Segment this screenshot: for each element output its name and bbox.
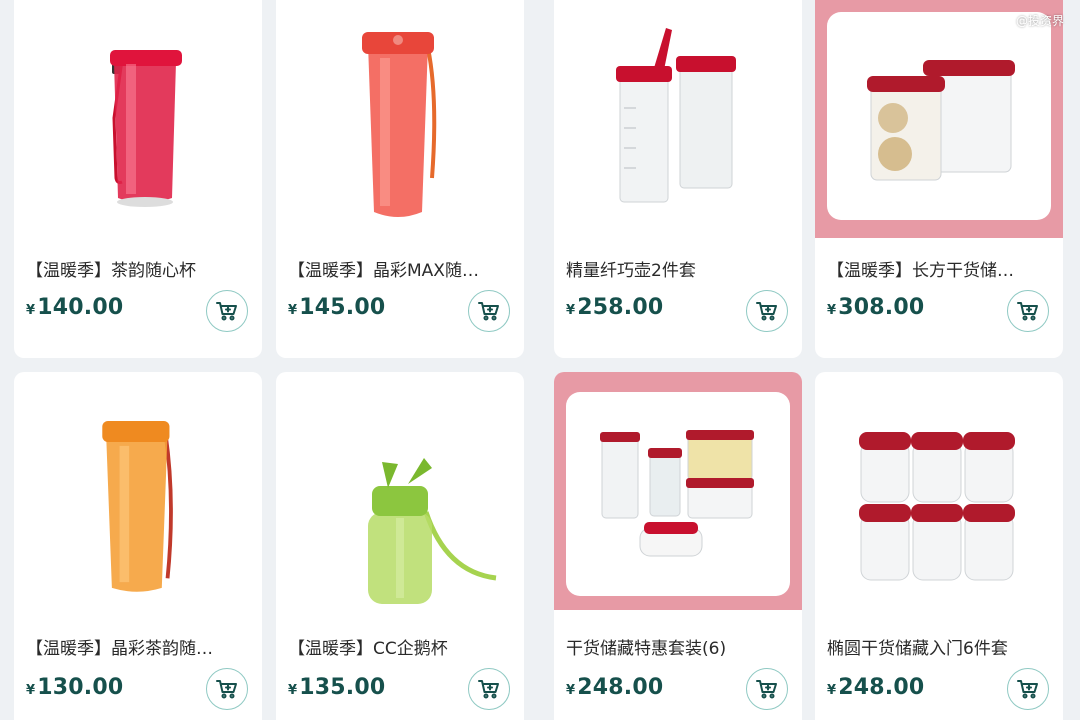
cart-icon <box>756 302 777 321</box>
product-price: ¥248.00 <box>566 675 664 700</box>
product-image[interactable] <box>14 372 262 610</box>
product-card[interactable]: 椭圆干货储藏入门6件套 ¥248.00 <box>815 372 1063 720</box>
product-image[interactable] <box>14 0 262 238</box>
add-to-cart-button[interactable] <box>468 290 510 332</box>
product-title[interactable]: 【温暖季】茶韵随心杯 <box>26 256 250 281</box>
product-title[interactable]: 干货储藏特惠套装(6) <box>566 634 790 659</box>
product-image[interactable] <box>815 0 1063 238</box>
add-to-cart-button[interactable] <box>746 668 788 710</box>
product-card[interactable]: 【温暖季】CC企鹅杯 ¥135.00 <box>276 372 524 720</box>
product-title[interactable]: 【温暖季】长方干货储… <box>827 256 1051 281</box>
product-price: ¥248.00 <box>827 675 925 700</box>
product-card[interactable]: 干货储藏特惠套装(6) ¥248.00 <box>554 372 802 720</box>
add-to-cart-button[interactable] <box>468 668 510 710</box>
cart-icon <box>1017 680 1038 699</box>
product-image[interactable] <box>554 372 802 610</box>
product-title[interactable]: 【温暖季】CC企鹅杯 <box>288 634 512 659</box>
product-card[interactable]: 【温暖季】茶韵随心杯 ¥140.00 <box>14 0 262 358</box>
product-price: ¥145.00 <box>288 295 386 320</box>
product-image[interactable] <box>815 372 1063 610</box>
product-title[interactable]: 【温暖季】晶彩茶韵随… <box>26 634 250 659</box>
product-title[interactable]: 精量纤巧壶2件套 <box>566 256 790 281</box>
product-price: ¥140.00 <box>26 295 124 320</box>
add-to-cart-button[interactable] <box>1007 290 1049 332</box>
product-card[interactable]: 【温暖季】长方干货储… ¥308.00 <box>815 0 1063 358</box>
product-price: ¥130.00 <box>26 675 124 700</box>
product-image[interactable] <box>276 0 524 238</box>
add-to-cart-button[interactable] <box>206 290 248 332</box>
product-price: ¥308.00 <box>827 295 925 320</box>
product-card[interactable]: 精量纤巧壶2件套 ¥258.00 <box>554 0 802 358</box>
cart-icon <box>216 680 237 699</box>
watermark: @投资界 <box>1015 14 1064 28</box>
product-title[interactable]: 椭圆干货储藏入门6件套 <box>827 634 1051 659</box>
cart-icon <box>756 680 777 699</box>
product-image[interactable] <box>276 372 524 610</box>
add-to-cart-button[interactable] <box>746 290 788 332</box>
cart-icon <box>478 302 499 321</box>
product-image[interactable] <box>554 0 802 238</box>
product-title[interactable]: 【温暖季】晶彩MAX随… <box>288 256 512 281</box>
cart-icon <box>1017 302 1038 321</box>
product-card[interactable]: 【温暖季】晶彩MAX随… ¥145.00 <box>276 0 524 358</box>
cart-icon <box>216 302 237 321</box>
cart-icon <box>478 680 499 699</box>
add-to-cart-button[interactable] <box>1007 668 1049 710</box>
product-price: ¥258.00 <box>566 295 664 320</box>
product-price: ¥135.00 <box>288 675 386 700</box>
product-card[interactable]: 【温暖季】晶彩茶韵随… ¥130.00 <box>14 372 262 720</box>
add-to-cart-button[interactable] <box>206 668 248 710</box>
